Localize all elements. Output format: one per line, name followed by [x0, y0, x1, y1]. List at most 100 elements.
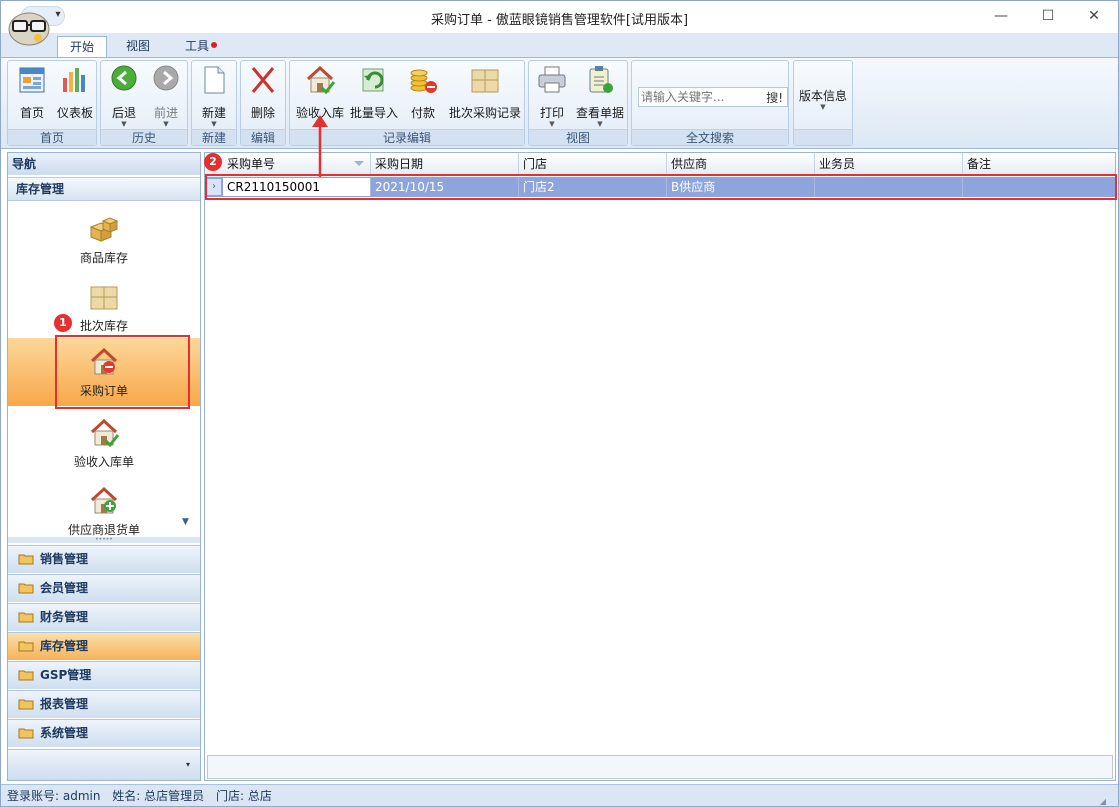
notification-dot [211, 42, 218, 48]
ribbon-group-edit: 删除 编辑 [240, 60, 286, 146]
tab-start[interactable]: 开始 [57, 36, 108, 57]
back-button-label: 后退 [111, 106, 136, 120]
nav-header: 导航 [8, 153, 200, 175]
batch-import-button[interactable]: 批量导入 [348, 64, 400, 128]
search-button[interactable]: 搜! [766, 89, 783, 106]
ribbon-group-version-title [794, 129, 852, 145]
forward-dropdown-icon: ▼ [163, 120, 169, 128]
folder-icon [18, 554, 34, 565]
ribbon-group-fulltext-search-title: 全文搜索 [632, 129, 788, 145]
tab-view[interactable]: 视图 [114, 36, 162, 57]
column-header-salesperson[interactable]: 业务员 [815, 153, 963, 175]
search-box: 搜! [638, 87, 788, 107]
nav-item-receive-stock-order[interactable]: 验收入库单 [8, 409, 200, 477]
view-document-button[interactable]: 查看单据 ▼ [573, 64, 627, 128]
column-header-store[interactable]: 门店 [519, 153, 667, 175]
nav-item-receive-stock-order-label: 验收入库单 [73, 455, 134, 469]
batch-import-button-label: 批量导入 [349, 106, 398, 120]
print-button-label: 打印 [539, 106, 564, 120]
status-user-name: 姓名: 总店管理员 [112, 789, 205, 803]
minimize-button[interactable]: — [986, 5, 1016, 27]
ribbon-group-home-title: 首页 [8, 129, 96, 145]
tab-view-label: 视图 [126, 39, 151, 53]
sort-arrow-icon [354, 161, 364, 166]
purchase-order-grid: 采购单号 采购日期 门店 供应商 业务员 备注 › CR2110150001 2… [204, 152, 1116, 781]
nav-category-label: 系统管理 [40, 726, 89, 740]
ribbon-group-history-title: 历史 [101, 129, 187, 145]
delete-button[interactable]: 删除 [243, 64, 283, 128]
nav-footer: ▾ [8, 749, 200, 780]
print-button[interactable]: 打印 ▼ [533, 64, 571, 128]
nav-category-sales[interactable]: 销售管理 [8, 545, 200, 573]
ribbon-group-history: 后退 ▼ 前进 ▼ 历史 [100, 60, 188, 146]
column-header-order-no[interactable]: 采购单号 [223, 153, 371, 175]
app-logo-glasses-icon[interactable] [5, 3, 53, 49]
grid-header: 采购单号 采购日期 门店 供应商 业务员 备注 [205, 153, 1115, 175]
status-store: 门店: 总店 [215, 789, 272, 803]
nav-category-label: GSP管理 [40, 668, 92, 682]
batch-purchase-record-button-label: 批次采购记录 [448, 106, 521, 120]
column-header-label: 供应商 [671, 157, 708, 171]
forward-button-label: 前进 [153, 106, 178, 120]
nav-category-gsp[interactable]: GSP管理 [8, 661, 200, 689]
home-icon [19, 67, 45, 93]
dashboard-button[interactable]: 仪表板 [54, 64, 96, 128]
nav-item-supplier-return[interactable]: 供应商退货单 [8, 477, 200, 545]
grid-footer-bar [207, 755, 1113, 779]
home-button-label: 首页 [19, 106, 44, 120]
search-input[interactable] [641, 89, 759, 105]
maximize-button[interactable]: ☐ [1033, 5, 1063, 27]
batch-purchase-record-button[interactable]: 批次采购记录 [446, 64, 524, 128]
column-header-supplier[interactable]: 供应商 [667, 153, 815, 175]
nav-item-product-stock[interactable]: 商品库存 [8, 205, 200, 273]
delete-button-label: 删除 [250, 106, 275, 120]
nav-item-product-stock-label: 商品库存 [79, 251, 128, 265]
tab-tools[interactable]: 工具 [173, 36, 229, 57]
nav-category-inventory[interactable]: 库存管理 [8, 632, 200, 660]
ribbon-group-view-title: 视图 [529, 129, 627, 145]
title-bar: ▾ 采购订单 - 傲蓝眼镜销售管理软件[试用版本] — ☐ ✕ [1, 1, 1118, 33]
nav-category-system[interactable]: 系统管理 [8, 719, 200, 747]
column-header-label: 门店 [523, 157, 548, 171]
ribbon-group-view: 打印 ▼ 查看单据 ▼ 视图 [528, 60, 628, 146]
column-header-label: 采购单号 [227, 157, 276, 171]
nav-section-header[interactable]: 库存管理 [8, 177, 200, 201]
back-button[interactable]: 后退 ▼ [105, 64, 143, 128]
home-button[interactable]: 首页 [12, 64, 52, 128]
house-check-icon [90, 418, 120, 448]
nav-splitter-grip[interactable]: ••••• [8, 537, 200, 543]
version-info-button-label: 版本信息 [798, 89, 847, 103]
payment-icon [410, 69, 437, 93]
nav-category-reports[interactable]: 报表管理 [8, 690, 200, 718]
ribbon-group-new: 新建 ▼ 新建 [191, 60, 237, 146]
back-dropdown-icon: ▼ [121, 120, 127, 128]
folder-icon [18, 583, 34, 594]
column-header-remark[interactable]: 备注 [963, 153, 1115, 175]
new-button[interactable]: 新建 ▼ [194, 64, 234, 128]
nav-category-label: 会员管理 [40, 581, 89, 595]
receive-stock-icon [306, 65, 336, 95]
window-title: 采购订单 - 傲蓝眼镜销售管理软件[试用版本] [430, 13, 689, 28]
batch-box-icon [90, 286, 118, 310]
tab-tools-label: 工具 [185, 39, 210, 53]
payment-button[interactable]: 付款 [402, 64, 444, 128]
resize-grip-icon[interactable]: ◢ [1100, 791, 1106, 806]
nav-scroll-down-icon[interactable]: ▼ [182, 517, 189, 527]
version-info-dropdown-icon: ▼ [820, 103, 826, 111]
ribbon-group-version: 版本信息 ▼ [793, 60, 853, 146]
ribbon-tab-row: 开始 视图 工具 [1, 33, 1118, 57]
nav-item-batch-stock[interactable]: 批次库存 [8, 273, 200, 341]
nav-category-finance[interactable]: 财务管理 [8, 603, 200, 631]
ribbon-group-home: 首页 仪表板 首页 [7, 60, 97, 146]
column-header-order-date[interactable]: 采购日期 [371, 153, 519, 175]
delete-icon [251, 67, 275, 93]
status-account: 登录账号: admin [7, 789, 101, 803]
nav-category-member[interactable]: 会员管理 [8, 574, 200, 602]
nav-category-label: 销售管理 [40, 552, 89, 566]
dashboard-button-label: 仪表板 [56, 106, 93, 120]
close-button[interactable]: ✕ [1079, 5, 1109, 27]
forward-button[interactable]: 前进 ▼ [147, 64, 185, 128]
version-info-button[interactable]: 版本信息 ▼ [796, 87, 850, 127]
folder-icon [18, 612, 34, 623]
nav-configure-dropdown-icon[interactable]: ▾ [186, 760, 190, 769]
